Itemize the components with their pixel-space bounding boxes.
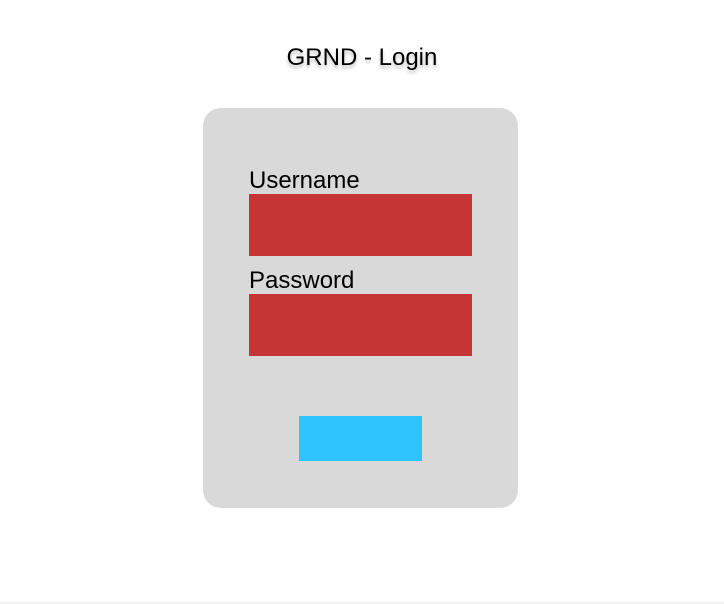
- username-label: Username: [249, 167, 360, 194]
- login-card: Username Password: [203, 108, 518, 508]
- username-input[interactable]: [249, 194, 472, 256]
- password-input[interactable]: [249, 294, 472, 356]
- login-button[interactable]: [299, 416, 422, 461]
- page-title: GRND - Login: [286, 44, 438, 71]
- password-label: Password: [249, 267, 355, 294]
